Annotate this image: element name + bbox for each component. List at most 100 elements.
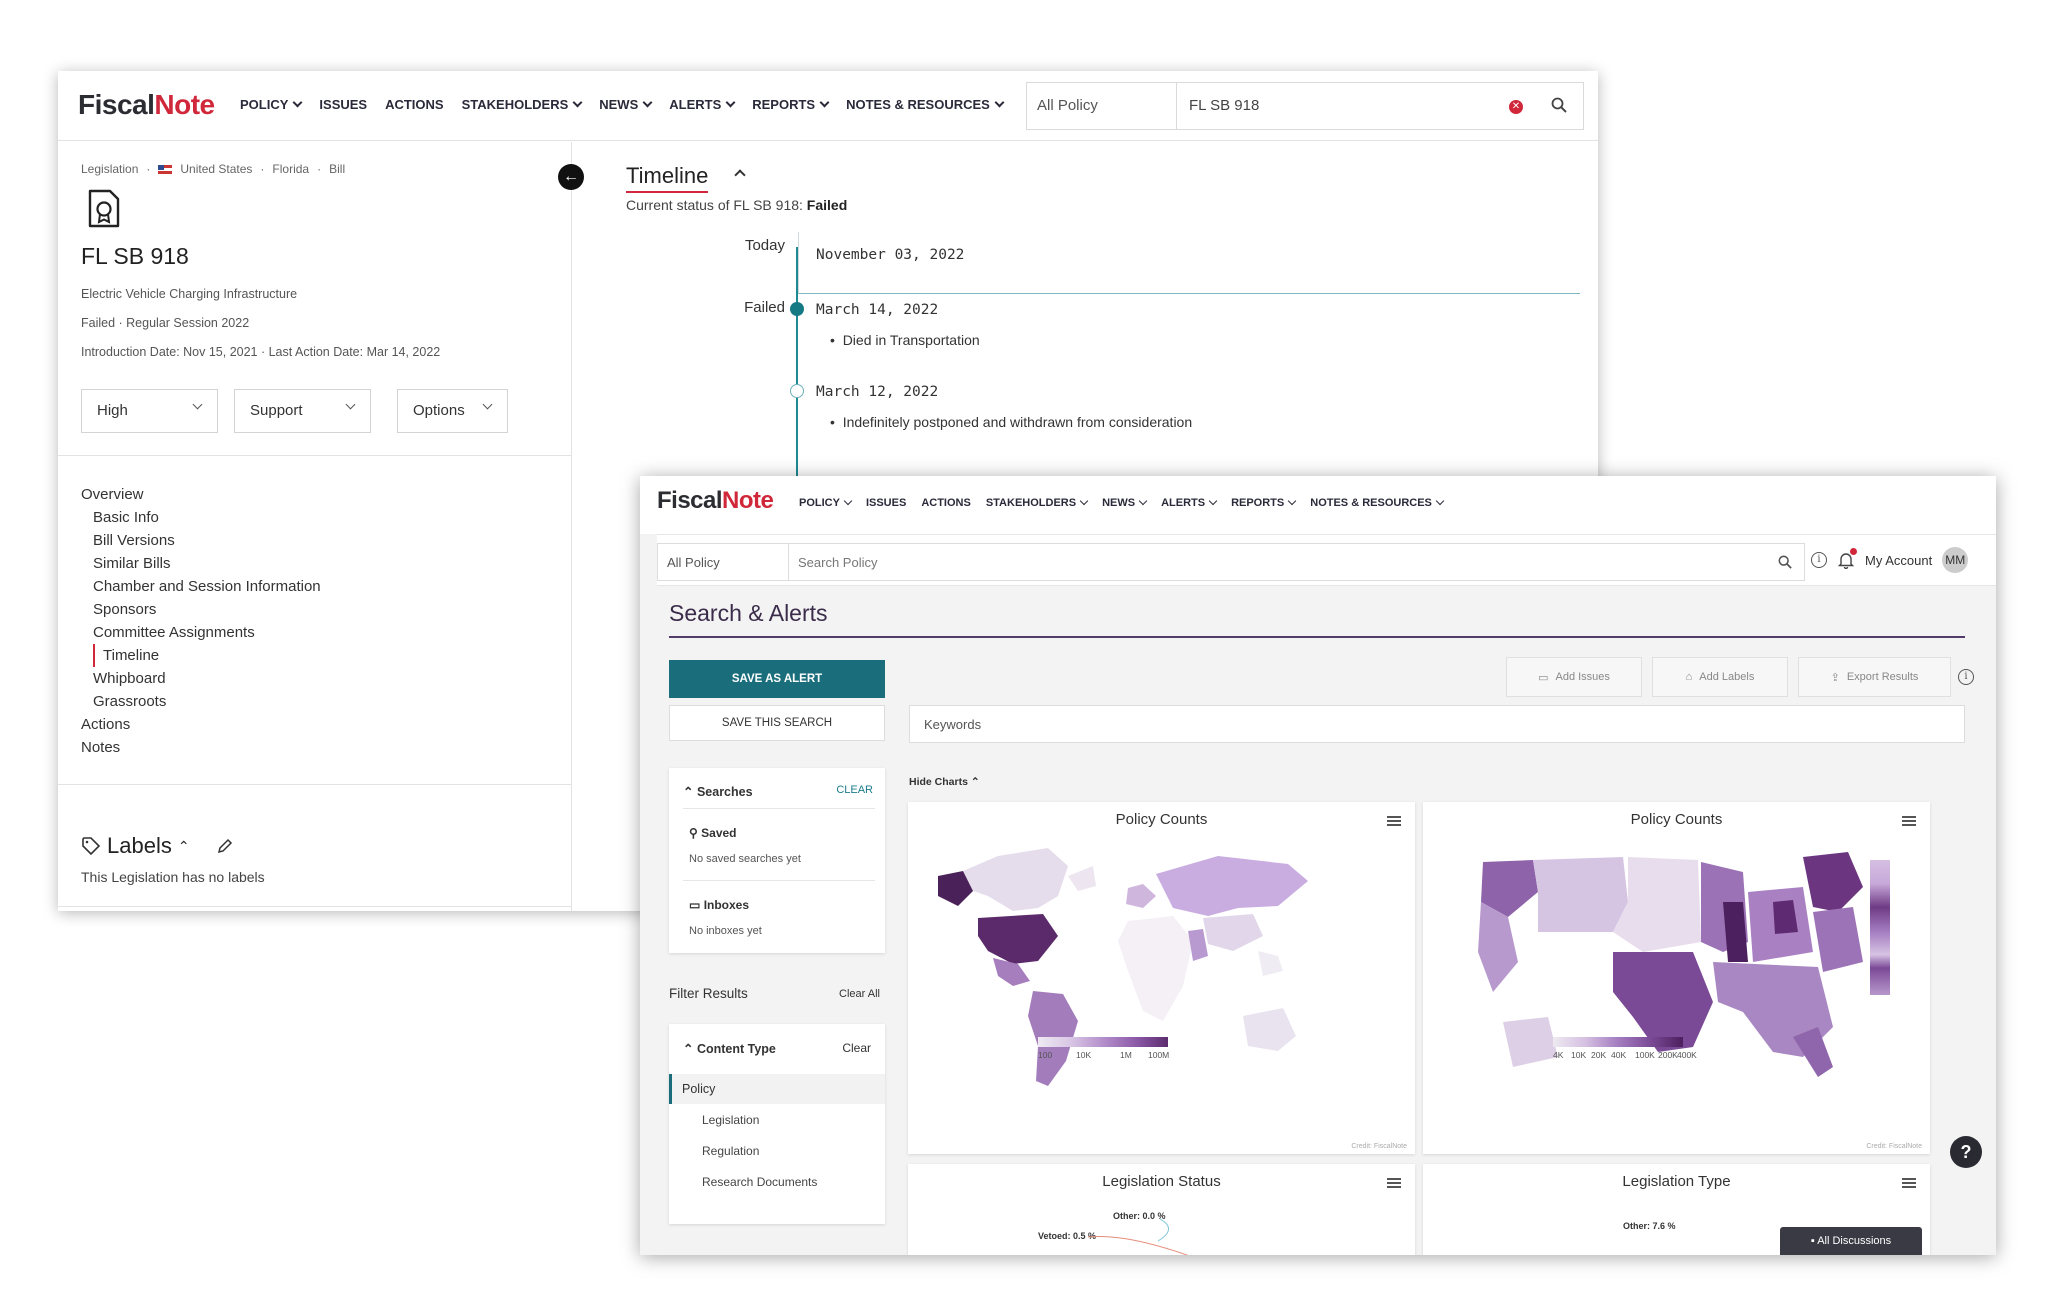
nav-stakeholders[interactable]: STAKEHOLDERS	[986, 496, 1089, 509]
breadcrumb-state[interactable]: Florida	[272, 162, 309, 176]
chevron-down-icon	[482, 399, 493, 410]
breadcrumb-type[interactable]: Legislation	[81, 162, 138, 176]
chevron-up-icon[interactable]: ⌃	[178, 838, 190, 855]
toc-notes[interactable]: Notes	[81, 736, 321, 759]
export-icon: ⇪	[1830, 671, 1840, 684]
search-icon[interactable]	[1551, 97, 1567, 113]
chart-title: Legislation Status	[1102, 1173, 1221, 1190]
toc-timeline[interactable]: Timeline	[93, 644, 321, 667]
toc-grassroots[interactable]: Grassroots	[81, 690, 321, 713]
all-discussions-button[interactable]: ▪ All Discussions	[1780, 1227, 1922, 1255]
save-this-search-button[interactable]: SAVE THIS SEARCH	[669, 705, 885, 741]
clear-search-icon[interactable]: ✕	[1509, 100, 1523, 114]
add-labels-button[interactable]: ⌂ Add Labels	[1652, 657, 1788, 697]
chart-menu-icon[interactable]	[1387, 816, 1401, 826]
chevron-down-icon	[192, 399, 203, 410]
filter-option-research-documents[interactable]: Research Documents	[702, 1175, 817, 1189]
nav-alerts[interactable]: ALERTS	[1161, 496, 1218, 509]
legislation-status-chart: Legislation Status Other: 0.0 % Vetoed: …	[908, 1164, 1415, 1255]
search-scope-select[interactable]: All Policy	[1027, 83, 1177, 129]
clear-content-type-button[interactable]: Clear	[842, 1041, 871, 1055]
pie-connectors	[1088, 1219, 1189, 1255]
chart-credit: Credit: FiscalNote	[1866, 1143, 1922, 1150]
hide-charts-toggle[interactable]: Hide Charts ⌃	[909, 776, 980, 788]
bill-title: FL SB 918	[81, 243, 189, 269]
search-icon[interactable]	[1778, 555, 1792, 569]
save-as-alert-button[interactable]: SAVE AS ALERT	[669, 660, 885, 698]
clear-all-filters-button[interactable]: Clear All	[839, 988, 880, 1000]
bill-description: Electric Vehicle Charging Infrastructure	[81, 287, 298, 301]
keywords-input[interactable]: Keywords	[909, 705, 1965, 743]
nav-notes-resources[interactable]: NOTES & RESOURCES	[1310, 496, 1445, 509]
content-type-header[interactable]: ⌃ Content Type	[683, 1041, 776, 1056]
event-date: March 14, 2022	[816, 302, 939, 318]
nav-policy[interactable]: POLICY	[240, 97, 303, 112]
filter-option-legislation[interactable]: Legislation	[702, 1113, 759, 1127]
searches-header[interactable]: ⌃ Searches	[683, 784, 753, 799]
legend-tick: 200K	[1658, 1050, 1678, 1060]
toc-committee-assignments[interactable]: Committee Assignments	[81, 621, 321, 644]
nav-issues[interactable]: ISSUES	[319, 97, 367, 112]
saved-searches-title[interactable]: ⚲ Saved	[689, 826, 737, 840]
search-scope-select[interactable]: All Policy	[658, 544, 789, 580]
help-button[interactable]: ?	[1950, 1136, 1982, 1168]
map-region-new-york	[1803, 852, 1863, 912]
fiscalnote-logo[interactable]: FiscalNote	[657, 487, 774, 515]
filter-option-regulation[interactable]: Regulation	[702, 1144, 759, 1158]
nav-notes-resources[interactable]: NOTES & RESOURCES	[846, 97, 1005, 112]
nav-alerts[interactable]: ALERTS	[669, 97, 736, 112]
main-menu: POLICY ISSUES ACTIONS STAKEHOLDERS NEWS …	[799, 496, 1458, 509]
info-icon[interactable]: i	[1811, 552, 1827, 568]
nav-news[interactable]: NEWS	[1102, 496, 1148, 509]
chart-menu-icon[interactable]	[1902, 816, 1916, 826]
collapse-sidebar-button[interactable]: ←	[558, 164, 584, 190]
title-underline	[669, 636, 1965, 638]
nav-stakeholders[interactable]: STAKEHOLDERS	[462, 97, 583, 112]
breadcrumb-country[interactable]: United States	[180, 162, 252, 176]
search-icon: ⚲	[689, 826, 698, 840]
nav-reports[interactable]: REPORTS	[1231, 496, 1297, 509]
info-icon[interactable]: i	[1958, 669, 1974, 685]
nav-actions[interactable]: ACTIONS	[385, 97, 444, 112]
position-dropdown[interactable]: Support	[234, 389, 371, 433]
search-input[interactable]: Search Policy	[789, 544, 1804, 580]
world-policy-count-chart: Policy Counts 100 10K 1M 100M Credit: Fi…	[908, 802, 1415, 1154]
toc-actions[interactable]: Actions	[81, 713, 321, 736]
toc-basic-info[interactable]: Basic Info	[81, 506, 321, 529]
toc-overview[interactable]: Overview	[81, 483, 321, 506]
map-region-australia	[1243, 1008, 1296, 1051]
tag-icon	[82, 837, 101, 856]
chevron-down-icon	[1435, 496, 1445, 506]
nav-issues[interactable]: ISSUES	[866, 497, 906, 509]
nav-news[interactable]: NEWS	[599, 97, 653, 112]
account-area: i My Account MM	[1811, 547, 1969, 573]
chart-menu-icon[interactable]	[1902, 1178, 1916, 1188]
page-title: Search & Alerts	[669, 600, 828, 626]
toc-sponsors[interactable]: Sponsors	[81, 598, 321, 621]
toc-chamber-session[interactable]: Chamber and Session Information	[81, 575, 321, 598]
timeline-title: Timeline	[626, 163, 709, 193]
nav-reports[interactable]: REPORTS	[752, 97, 830, 112]
notifications-bell-icon[interactable]	[1837, 548, 1857, 570]
add-issues-button[interactable]: ▭ Add Issues	[1506, 657, 1642, 697]
my-account-link[interactable]: My Account	[1865, 553, 1932, 568]
nav-actions[interactable]: ACTIONS	[921, 497, 971, 509]
slice-label: Other: 7.6 %	[1623, 1221, 1676, 1231]
event-label-failed: Failed	[744, 299, 785, 316]
chart-menu-icon[interactable]	[1387, 1178, 1401, 1188]
export-results-button[interactable]: ⇪ Export Results	[1798, 657, 1951, 697]
main-menu: POLICY ISSUES ACTIONS STAKEHOLDERS NEWS …	[240, 97, 1021, 112]
inboxes-title[interactable]: ▭ Inboxes	[689, 898, 749, 912]
clear-searches-button[interactable]: CLEAR	[836, 784, 873, 796]
priority-dropdown[interactable]: High	[81, 389, 218, 433]
filter-option-policy[interactable]: Policy	[682, 1082, 715, 1096]
toc-similar-bills[interactable]: Similar Bills	[81, 552, 321, 575]
edit-pencil-icon[interactable]	[216, 837, 234, 855]
options-dropdown[interactable]: Options	[397, 389, 508, 433]
chevron-up-icon[interactable]	[734, 169, 746, 181]
avatar[interactable]: MM	[1942, 547, 1969, 573]
toc-bill-versions[interactable]: Bill Versions	[81, 529, 321, 552]
nav-policy[interactable]: POLICY	[799, 496, 853, 509]
toc-whipboard[interactable]: Whipboard	[81, 667, 321, 690]
fiscalnote-logo[interactable]: FiscalNote	[78, 89, 215, 121]
